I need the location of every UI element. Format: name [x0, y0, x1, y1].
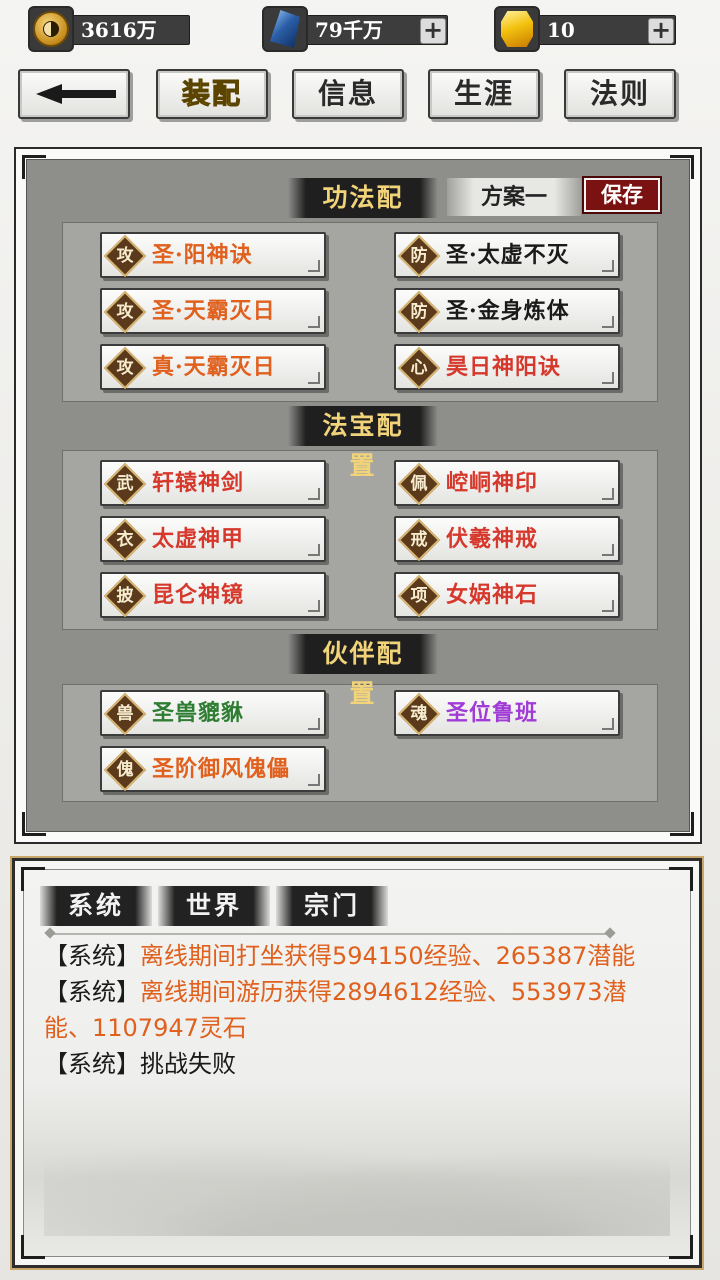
- frame-corner: [669, 1235, 693, 1259]
- tab-info[interactable]: 信息: [292, 69, 404, 119]
- treasure-slot[interactable]: 项 女娲神石: [394, 572, 620, 618]
- coin-amount: 3616万: [68, 15, 190, 45]
- add-crystal-button[interactable]: +: [420, 18, 446, 44]
- chat-tab-world[interactable]: 世界: [158, 886, 270, 926]
- skill-slot[interactable]: 攻 圣·阳神诀: [100, 232, 326, 278]
- crystal-counter: 79千万 +: [262, 6, 450, 52]
- slot-name: 女娲神石: [446, 582, 539, 608]
- slot-tag: 项: [410, 586, 428, 606]
- slot-tag: 攻: [116, 302, 134, 322]
- slot-tag: 兽: [116, 704, 134, 724]
- treasure-slot[interactable]: 佩 崆峒神印: [394, 460, 620, 506]
- treasure-section-title: 法宝配置: [288, 406, 438, 480]
- tab-rules[interactable]: 法则: [564, 69, 676, 119]
- chat-message: 【系统】离线期间游历获得2894612经验、553973潜能、1107947灵石: [44, 974, 664, 1046]
- partner-slot[interactable]: 傀 圣阶御风傀儡: [100, 746, 326, 792]
- slot-tag: 心: [410, 358, 428, 378]
- back-button[interactable]: [18, 69, 130, 119]
- slot-name: 昊日神阳诀: [446, 354, 562, 380]
- ink-mountains: [44, 1126, 670, 1236]
- slot-tag: 攻: [116, 358, 134, 378]
- slot-name: 圣位鲁班: [446, 700, 539, 726]
- frame-corner: [670, 812, 694, 836]
- slot-name: 圣·阳神诀: [152, 242, 253, 268]
- skills-section-title: 功法配置: [288, 178, 438, 252]
- frame-corner: [22, 155, 46, 179]
- slot-name: 圣·太虚不灭: [446, 242, 570, 268]
- slot-tag: 傀: [116, 760, 134, 780]
- slot-tag: 戒: [410, 530, 428, 550]
- partner-section-title: 伙伴配置: [288, 634, 438, 708]
- slot-name: 圣兽貔貅: [152, 700, 245, 726]
- slot-name: 轩辕神剑: [152, 470, 245, 496]
- slot-name: 伏羲神戒: [446, 526, 539, 552]
- slot-tag: 魂: [410, 704, 428, 724]
- slot-tag: 佩: [410, 474, 428, 494]
- slot-name: 真·天霸灭日: [152, 354, 276, 380]
- frame-corner: [669, 867, 693, 891]
- gold-gem-icon: [494, 6, 540, 52]
- skill-slot[interactable]: 防 圣·金身炼体: [394, 288, 620, 334]
- frame-corner: [22, 812, 46, 836]
- treasure-slot[interactable]: 戒 伏羲神戒: [394, 516, 620, 562]
- skill-slot[interactable]: 防 圣·太虚不灭: [394, 232, 620, 278]
- add-gem-button[interactable]: +: [648, 18, 674, 44]
- message-text: 离线期间打坐获得594150经验、265387潜能: [140, 942, 636, 970]
- slot-name: 太虚神甲: [152, 526, 245, 552]
- tab-career[interactable]: 生涯: [428, 69, 540, 119]
- treasure-slot[interactable]: 武 轩辕神剑: [100, 460, 326, 506]
- back-arrow-icon: [36, 84, 116, 104]
- treasure-slot[interactable]: 衣 太虚神甲: [100, 516, 326, 562]
- chat-message: 【系统】离线期间打坐获得594150经验、265387潜能: [44, 938, 664, 974]
- slot-name: 圣·天霸灭日: [152, 298, 276, 324]
- slot-tag: 衣: [116, 530, 134, 550]
- frame-corner: [21, 1235, 45, 1259]
- slot-tag: 武: [116, 474, 134, 494]
- slot-name: 昆仑神镜: [152, 582, 245, 608]
- chat-tab-system[interactable]: 系统: [40, 886, 152, 926]
- slot-tag: 攻: [116, 246, 134, 266]
- message-text: 挑战失败: [140, 1050, 236, 1078]
- skill-slot[interactable]: 攻 真·天霸灭日: [100, 344, 326, 390]
- taiji-coin-icon: [28, 6, 74, 52]
- slot-tag: 防: [410, 246, 428, 266]
- message-sender: 【系统】: [44, 942, 140, 970]
- slot-name: 崆峒神印: [446, 470, 539, 496]
- treasure-slot[interactable]: 披 昆仑神镜: [100, 572, 326, 618]
- slot-name: 圣·金身炼体: [446, 298, 570, 324]
- partner-slot[interactable]: 兽 圣兽貔貅: [100, 690, 326, 736]
- slot-tag: 防: [410, 302, 428, 322]
- save-button[interactable]: 保存: [582, 176, 662, 214]
- partner-slot[interactable]: 魂 圣位鲁班: [394, 690, 620, 736]
- chat-divider: [50, 933, 610, 935]
- slot-tag: 披: [116, 586, 134, 606]
- blue-crystal-icon: [262, 6, 308, 52]
- message-sender: 【系统】: [44, 978, 140, 1006]
- chat-tab-sect[interactable]: 宗门: [276, 886, 388, 926]
- message-sender: 【系统】: [44, 1050, 140, 1078]
- gem-counter: 10 +: [494, 6, 678, 52]
- coin-counter: 3616万: [28, 6, 190, 52]
- frame-corner: [670, 155, 694, 179]
- slot-name: 圣阶御风傀儡: [152, 756, 291, 782]
- scheme-selector[interactable]: 方案一: [447, 178, 581, 216]
- chat-message: 【系统】挑战失败: [44, 1046, 664, 1082]
- chat-messages[interactable]: 【系统】离线期间打坐获得594150经验、265387潜能 【系统】离线期间游历…: [44, 938, 664, 1082]
- tab-equip[interactable]: 装配: [156, 69, 268, 119]
- skill-slot[interactable]: 攻 圣·天霸灭日: [100, 288, 326, 334]
- skill-slot[interactable]: 心 昊日神阳诀: [394, 344, 620, 390]
